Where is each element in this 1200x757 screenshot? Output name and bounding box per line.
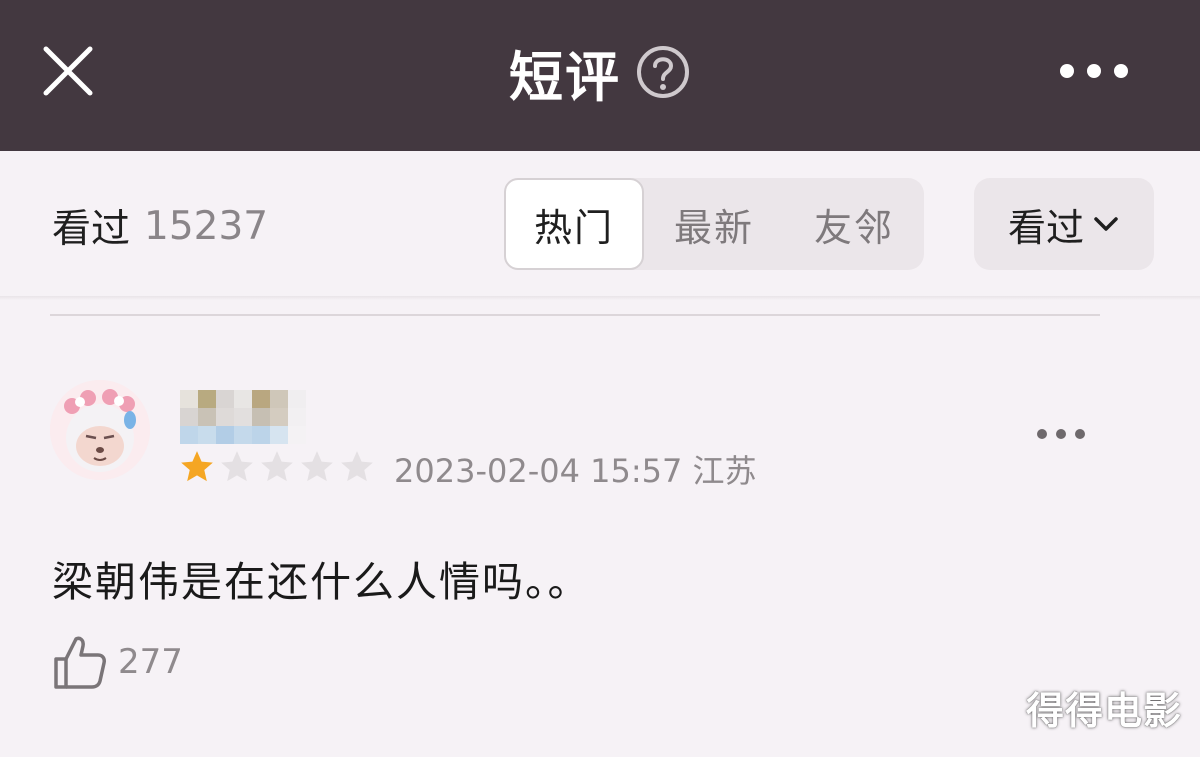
star-icon [341,451,373,482]
like-count: 277 [118,642,183,682]
username-blurred[interactable] [180,390,306,446]
help-icon[interactable] [635,44,691,100]
comment-meta: 2023-02-04 15:57 江苏 [394,446,757,490]
seen-count: 看过 15237 [52,198,268,254]
top-bar: 短评 [0,0,1200,151]
like-button[interactable]: 277 [52,632,183,692]
thumbs-up-icon [54,636,106,689]
page-title: 短评 [509,45,621,109]
star-icon [301,451,333,482]
sort-tabs: 热门 最新 友邻 [504,178,924,270]
star-icon [181,451,213,482]
divider [50,314,1100,316]
star-icon [221,451,253,482]
seen-number: 15237 [144,203,269,249]
filter-label: 看过 [1007,205,1084,250]
avatar[interactable] [50,380,150,480]
watermark: 得得电影 [1025,689,1182,733]
seen-label: 看过 [52,207,131,252]
tab-hot[interactable]: 热门 [504,178,644,270]
tab-friends[interactable]: 友邻 [784,178,924,270]
star-icon [261,451,293,482]
title-group: 短评 [0,38,1200,109]
avatar-image [50,380,150,480]
tab-latest[interactable]: 最新 [644,178,784,270]
chevron-down-icon [1094,217,1118,231]
more-icon[interactable] [1056,60,1132,82]
toolbar-shadow [0,296,1200,300]
comment-timestamp: 2023-02-04 15:57 [394,452,683,490]
comment-text: 梁朝伟是在还什么人情吗。。 [52,558,591,606]
filter-dropdown[interactable]: 看过 [974,178,1154,270]
comment-location: 江苏 [692,452,757,490]
star-rating [178,448,376,488]
more-icon[interactable] [1034,426,1088,442]
